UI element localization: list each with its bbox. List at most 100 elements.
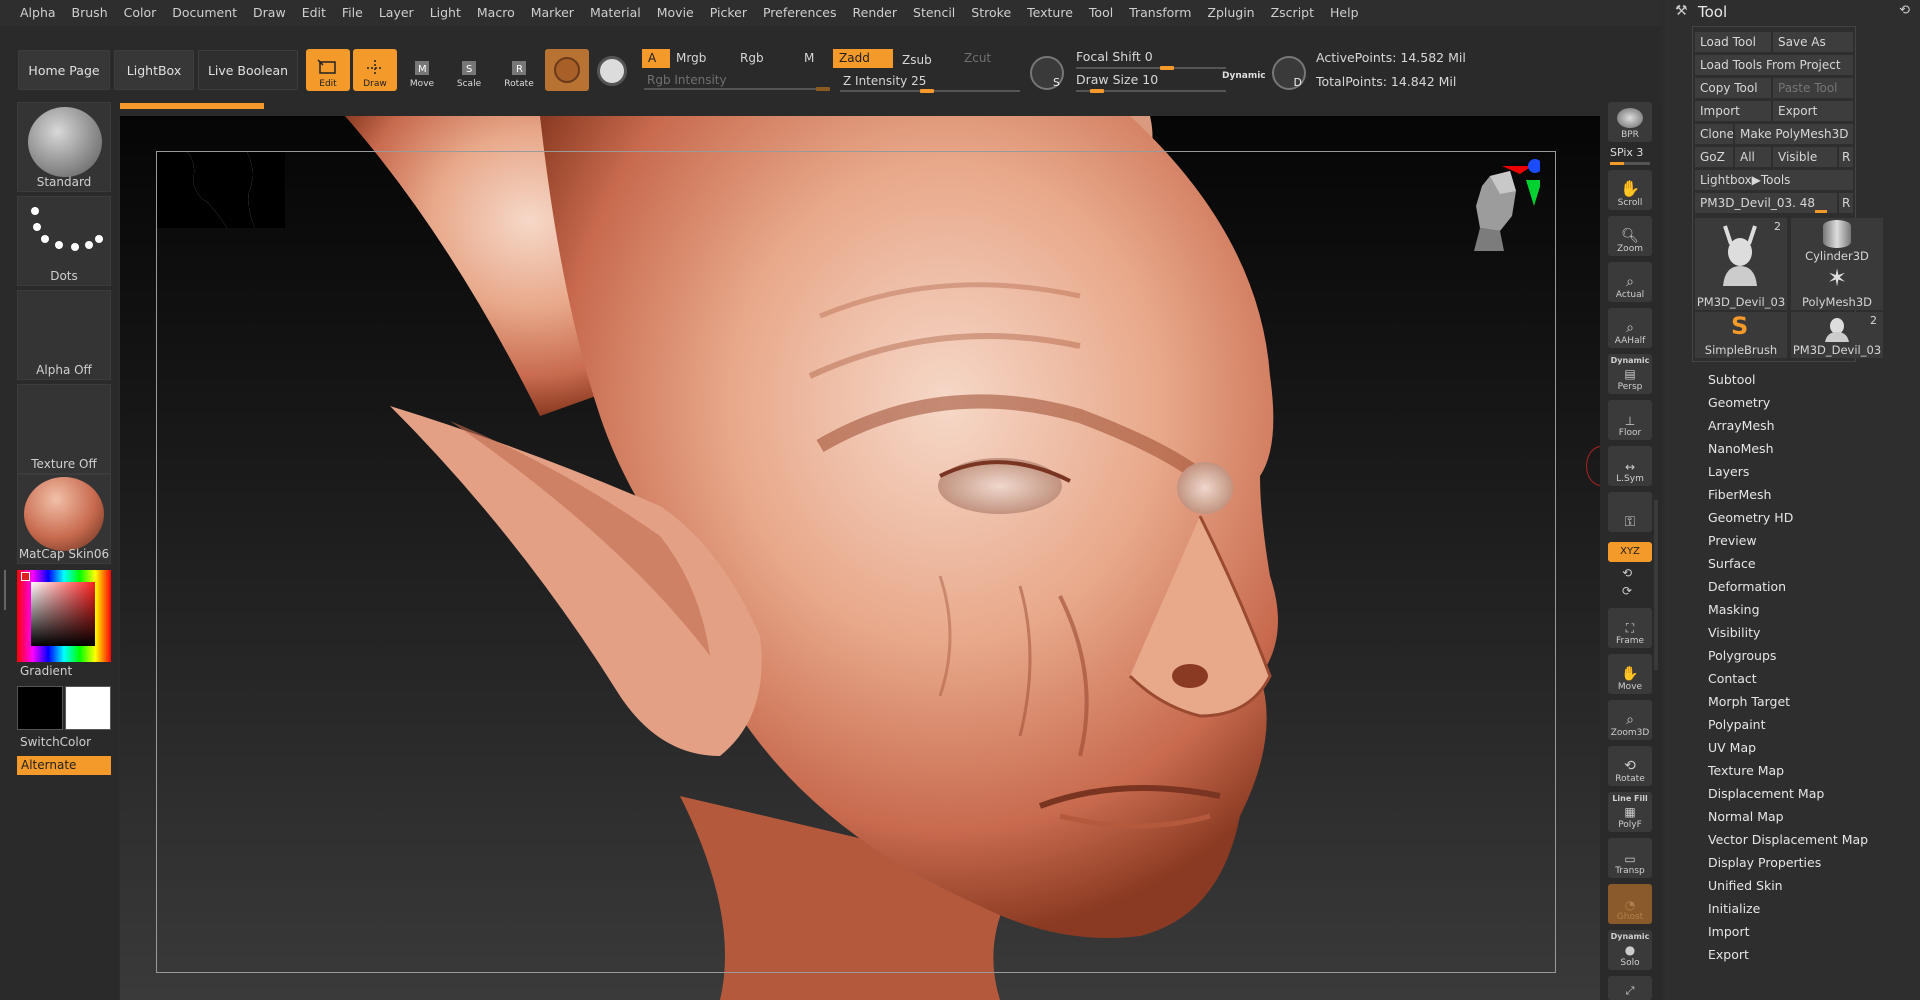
frame-button[interactable]: ⛶ Frame bbox=[1608, 608, 1652, 648]
draw-size-knob[interactable] bbox=[1090, 89, 1104, 93]
lsym-button[interactable]: ↔ L.Sym bbox=[1608, 446, 1652, 486]
floor-button[interactable]: ⊥ Floor bbox=[1608, 400, 1652, 440]
subpalette-export[interactable]: Export bbox=[1708, 947, 1749, 962]
secondary-color-swatch[interactable] bbox=[65, 686, 111, 730]
subpalette-vector-displacement-map[interactable]: Vector Displacement Map bbox=[1708, 832, 1868, 847]
scroll-button[interactable]: ✋ Scroll bbox=[1608, 170, 1652, 210]
actual-button[interactable]: ⌕ Actual bbox=[1608, 262, 1652, 302]
zsub-button[interactable]: Zsub bbox=[896, 51, 938, 70]
goz-button[interactable]: GoZ bbox=[1695, 147, 1733, 167]
menu-picker[interactable]: Picker bbox=[702, 0, 755, 26]
menu-draw[interactable]: Draw bbox=[245, 0, 294, 26]
menu-zscript[interactable]: Zscript bbox=[1263, 0, 1322, 26]
d-backface-icon[interactable]: D bbox=[1272, 56, 1306, 90]
subpalette-texture-map[interactable]: Texture Map bbox=[1708, 763, 1784, 778]
scale-button[interactable]: S Scale bbox=[447, 49, 491, 91]
color-sphere-icon[interactable] bbox=[597, 56, 627, 86]
subpalette-fibermesh[interactable]: FiberMesh bbox=[1708, 487, 1771, 502]
current-tool-slider[interactable]: PM3D_Devil_03. 48 bbox=[1695, 193, 1837, 213]
menu-macro[interactable]: Macro bbox=[469, 0, 523, 26]
import-tool-button[interactable]: Import bbox=[1695, 101, 1771, 121]
brush-thumbnail[interactable]: Standard bbox=[17, 102, 111, 192]
zadd-button[interactable]: Zadd bbox=[833, 49, 893, 68]
navigation-head-gizmo[interactable] bbox=[1460, 156, 1542, 256]
subpalette-arraymesh[interactable]: ArrayMesh bbox=[1708, 418, 1775, 433]
live-boolean-button[interactable]: Live Boolean bbox=[198, 50, 298, 90]
subpalette-deformation[interactable]: Deformation bbox=[1708, 579, 1786, 594]
menu-material[interactable]: Material bbox=[582, 0, 649, 26]
menu-stencil[interactable]: Stencil bbox=[905, 0, 963, 26]
tool-thumb-cylinder3d[interactable]: Cylinder3D bbox=[1791, 218, 1883, 264]
edit-button[interactable]: Edit bbox=[306, 49, 350, 91]
subpalette-polypaint[interactable]: Polypaint bbox=[1708, 717, 1766, 732]
load-tool-button[interactable]: Load Tool bbox=[1695, 32, 1771, 52]
goz-r-button[interactable]: R bbox=[1839, 147, 1853, 167]
tool-thumb-pm3d-devil-2[interactable]: 2 PM3D_Devil_03 bbox=[1791, 312, 1883, 358]
subpalette-displacement-map[interactable]: Displacement Map bbox=[1708, 786, 1824, 801]
subpalette-preview[interactable]: Preview bbox=[1708, 533, 1757, 548]
menu-preferences[interactable]: Preferences bbox=[755, 0, 845, 26]
home-page-button[interactable]: Home Page bbox=[18, 50, 110, 90]
lightbox-button[interactable]: LightBox bbox=[114, 50, 194, 90]
alternate-button[interactable]: Alternate bbox=[17, 756, 111, 775]
move-view-button[interactable]: ✋ Move bbox=[1608, 654, 1652, 694]
spix-label[interactable]: SPix 3 bbox=[1610, 146, 1643, 159]
focal-shift-slider[interactable] bbox=[1076, 67, 1226, 69]
goz-visible-button[interactable]: Visible bbox=[1773, 147, 1837, 167]
menu-zplugin[interactable]: Zplugin bbox=[1199, 0, 1262, 26]
shelf-extra-button[interactable]: ⤢ bbox=[1608, 976, 1652, 1000]
menu-transform[interactable]: Transform bbox=[1121, 0, 1199, 26]
menu-color[interactable]: Color bbox=[116, 0, 165, 26]
stroke-thumbnail[interactable]: Dots bbox=[17, 196, 111, 286]
subpalette-polygroups[interactable]: Polygroups bbox=[1708, 648, 1776, 663]
texture-thumbnail[interactable]: Texture Off bbox=[17, 384, 111, 474]
left-tray-handle[interactable] bbox=[4, 570, 10, 610]
menu-help[interactable]: Help bbox=[1322, 0, 1367, 26]
dynamic-toggle[interactable]: Dynamic bbox=[1222, 71, 1266, 81]
canvas-viewport[interactable] bbox=[120, 116, 1616, 1000]
draw-button[interactable]: Draw bbox=[353, 49, 397, 91]
menu-marker[interactable]: Marker bbox=[523, 0, 582, 26]
subpalette-masking[interactable]: Masking bbox=[1708, 602, 1760, 617]
xyz-button[interactable]: XYZ bbox=[1608, 542, 1652, 562]
save-as-button[interactable]: Save As bbox=[1773, 32, 1853, 52]
tool-thumb-polymesh3d[interactable]: ✶ PolyMesh3D bbox=[1791, 264, 1883, 310]
menu-stroke[interactable]: Stroke bbox=[963, 0, 1019, 26]
subpalette-geometry-hd[interactable]: Geometry HD bbox=[1708, 510, 1793, 525]
goz-all-button[interactable]: All bbox=[1735, 147, 1771, 167]
subpalette-initialize[interactable]: Initialize bbox=[1708, 901, 1760, 916]
ghost-button[interactable]: ◔ Ghost bbox=[1608, 884, 1652, 924]
local-rotate-icon[interactable]: ⟲ bbox=[1622, 566, 1632, 580]
clone-button[interactable]: Clone bbox=[1695, 124, 1733, 144]
alpha-thumbnail[interactable]: Alpha Off bbox=[17, 290, 111, 380]
subpalette-unified-skin[interactable]: Unified Skin bbox=[1708, 878, 1783, 893]
focal-shift-knob[interactable] bbox=[1160, 66, 1174, 70]
lightbox-tools-button[interactable]: Lightbox▶Tools bbox=[1695, 170, 1853, 190]
polyf-button[interactable]: Line Fill ▦ PolyF bbox=[1608, 792, 1652, 832]
menu-document[interactable]: Document bbox=[164, 0, 245, 26]
menu-movie[interactable]: Movie bbox=[649, 0, 702, 26]
subpalette-normal-map[interactable]: Normal Map bbox=[1708, 809, 1784, 824]
export-tool-button[interactable]: Export bbox=[1773, 101, 1853, 121]
move-button[interactable]: M Move bbox=[400, 49, 444, 91]
persp-button[interactable]: Dynamic ▤ Persp bbox=[1608, 354, 1652, 394]
a-mode-button[interactable]: A bbox=[642, 49, 670, 68]
lock-button[interactable]: ⚿ bbox=[1608, 492, 1652, 532]
make-polymesh3d-button[interactable]: Make PolyMesh3D bbox=[1735, 124, 1853, 144]
menu-file[interactable]: File bbox=[334, 0, 371, 26]
z-intensity-knob[interactable] bbox=[920, 89, 934, 93]
mrgb-button[interactable]: Mrgb bbox=[670, 49, 712, 68]
solo-button[interactable]: Dynamic ● Solo bbox=[1608, 930, 1652, 970]
subpalette-import[interactable]: Import bbox=[1708, 924, 1750, 939]
right-tray-scrollbar[interactable] bbox=[1654, 500, 1658, 670]
switchcolor-button[interactable]: SwitchColor bbox=[20, 735, 91, 749]
rgb-intensity-slider[interactable] bbox=[644, 88, 830, 90]
menu-edit[interactable]: Edit bbox=[294, 0, 334, 26]
menu-layer[interactable]: Layer bbox=[371, 0, 422, 26]
material-swatch-button[interactable] bbox=[545, 49, 589, 91]
subpalette-contact[interactable]: Contact bbox=[1708, 671, 1757, 686]
menu-brush[interactable]: Brush bbox=[64, 0, 116, 26]
zoom3d-button[interactable]: ⌕ Zoom3D bbox=[1608, 700, 1652, 740]
rgb-button[interactable]: Rgb bbox=[734, 49, 770, 68]
spix-slider[interactable] bbox=[1610, 162, 1650, 165]
